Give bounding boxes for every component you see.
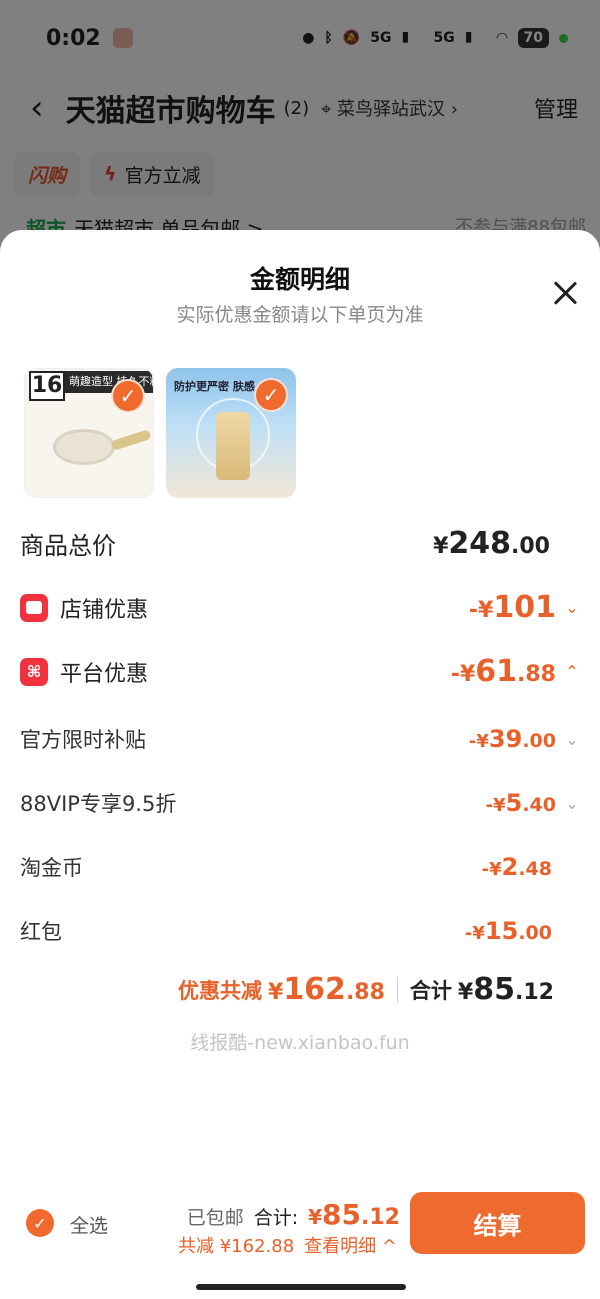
- hongbao-label: 红包: [20, 920, 62, 944]
- sunscreen-bottle-image: [216, 412, 250, 480]
- thumb-banner: 防护更严密 肤感: [174, 380, 255, 393]
- currency: ¥: [268, 980, 284, 1005]
- bottom-total-summary: 已包邮 合计: ¥ 85 .12: [187, 1198, 400, 1231]
- amount-int: 85: [322, 1198, 362, 1231]
- official-subsidy-label: 官方限时补贴: [20, 728, 146, 752]
- selected-check-icon[interactable]: ✓: [254, 378, 288, 412]
- sum-amount: ¥ 85 .12: [458, 972, 554, 1007]
- amount-dec: .00: [511, 534, 550, 559]
- view-detail-link[interactable]: 查看明细 ^: [304, 1232, 397, 1258]
- currency: -¥: [481, 859, 502, 880]
- chevron-down-icon[interactable]: ⌄: [564, 730, 580, 749]
- official-subsidy-amount: -¥ 39 .00: [469, 725, 556, 753]
- row-88vip[interactable]: 88VIP专享9.5折 -¥ 5 .40 ⌄: [20, 788, 580, 818]
- row-store-discount[interactable]: 店铺优惠 -¥ 101 ⌄: [20, 590, 580, 625]
- bottom-total-amount: ¥ 85 .12: [308, 1198, 400, 1231]
- chevron-up-icon[interactable]: ⌃: [564, 662, 580, 681]
- close-icon[interactable]: [552, 280, 578, 306]
- amount-dec: .88: [517, 662, 556, 687]
- pan-image: [53, 429, 115, 465]
- currency: -¥: [450, 662, 476, 687]
- chevron-down-icon[interactable]: ⌄: [564, 598, 580, 617]
- product-thumb-pan[interactable]: 16 萌趣造型 持久不粘 ✓: [24, 368, 154, 498]
- bottom-saved-summary: 共减 ¥162.88 查看明细 ^: [178, 1232, 397, 1258]
- amount-dec: .48: [518, 858, 552, 880]
- price-detail-sheet: 金额明细 实际优惠金额请以下单页为准 16 萌趣造型 持久不粘 ✓ 防护更严密 …: [0, 230, 600, 1299]
- platform-icon: ⌘: [20, 657, 48, 686]
- amount-int: 248: [448, 526, 512, 561]
- currency: -¥: [468, 598, 494, 623]
- pan-handle-image: [110, 429, 152, 451]
- saved-amount: 共减 ¥162.88: [178, 1236, 295, 1257]
- home-indicator[interactable]: [196, 1284, 406, 1290]
- sum-label: 合计: [409, 978, 452, 1003]
- bottom-total-label: 合计:: [253, 1207, 299, 1229]
- amount-int: 15: [484, 917, 519, 945]
- store-discount-amount: -¥ 101: [469, 590, 556, 625]
- product-thumb-sunscreen[interactable]: 防护更严密 肤感 ✓: [166, 368, 296, 498]
- taojinbi-amount: -¥ 2 .48: [482, 853, 552, 881]
- sheet-title: 金额明细: [249, 265, 350, 294]
- product-thumbnails: 16 萌趣造型 持久不粘 ✓ 防护更严密 肤感 ✓: [24, 368, 296, 498]
- select-all-check-icon[interactable]: ✓: [26, 1209, 54, 1237]
- row-total-price: 商品总价 ¥ 248 .00: [20, 526, 560, 561]
- hongbao-amount: -¥ 15 .00: [465, 917, 552, 945]
- checkout-button[interactable]: 结算: [410, 1192, 585, 1254]
- amount-int: 5: [505, 789, 523, 817]
- row-platform-discount[interactable]: ⌘ 平台优惠 -¥ 61 .88 ⌃: [20, 654, 580, 689]
- currency: ¥: [433, 534, 449, 559]
- totals-summary: 优惠共减 ¥ 162 .88 合计 ¥ 85 .12: [178, 972, 558, 1007]
- selected-check-icon[interactable]: ✓: [111, 379, 145, 413]
- amount-dec: .00: [518, 922, 552, 944]
- amount-int: 101: [493, 590, 556, 625]
- select-all-label[interactable]: 全选: [70, 1211, 108, 1238]
- row-official-subsidy[interactable]: 官方限时补贴 -¥ 39 .00 ⌄: [20, 724, 580, 754]
- amount-int: 85: [473, 972, 515, 1007]
- row-taojinbi: 淘金币 -¥ 2 .48: [20, 852, 560, 882]
- chevron-down-icon[interactable]: ⌄: [564, 794, 580, 813]
- sheet-subtitle: 实际优惠金额请以下单页为准: [176, 304, 424, 326]
- vip-amount: -¥ 5 .40: [486, 789, 556, 817]
- row-hongbao: 红包 -¥ 15 .00: [20, 916, 560, 946]
- watermark-text: 线报酷-new.xianbao.fun: [190, 1032, 410, 1054]
- amount-dec: .40: [522, 794, 556, 816]
- currency: ¥: [308, 1205, 323, 1229]
- taojinbi-label: 淘金币: [20, 856, 83, 880]
- amount-dec: .00: [522, 730, 556, 752]
- size-badge: 16: [29, 371, 65, 401]
- amount-int: 61: [475, 654, 518, 689]
- currency: ¥: [457, 980, 474, 1005]
- vip-label: 88VIP专享9.5折: [20, 792, 177, 816]
- currency: -¥: [485, 795, 506, 816]
- discount-total-label: 优惠共减: [178, 978, 262, 1003]
- amount-int: 39: [488, 725, 523, 753]
- amount-dec: .88: [345, 980, 385, 1005]
- total-price-amount: ¥ 248 .00: [433, 526, 550, 561]
- platform-discount-label: 平台优惠: [60, 661, 149, 687]
- amount-dec: .12: [361, 1205, 400, 1230]
- platform-discount-amount: -¥ 61 .88: [451, 654, 556, 689]
- currency: -¥: [464, 923, 485, 944]
- amount-int: 162: [283, 972, 346, 1007]
- discount-total-amount: ¥ 162 .88: [268, 972, 385, 1007]
- currency: -¥: [468, 731, 489, 752]
- store-discount-label: 店铺优惠: [60, 597, 149, 623]
- free-shipping-label: 已包邮: [186, 1207, 244, 1229]
- amount-int: 2: [501, 853, 519, 881]
- total-price-label: 商品总价: [20, 532, 116, 560]
- amount-dec: .12: [514, 980, 554, 1005]
- store-icon: [20, 593, 48, 622]
- divider: [396, 976, 398, 1003]
